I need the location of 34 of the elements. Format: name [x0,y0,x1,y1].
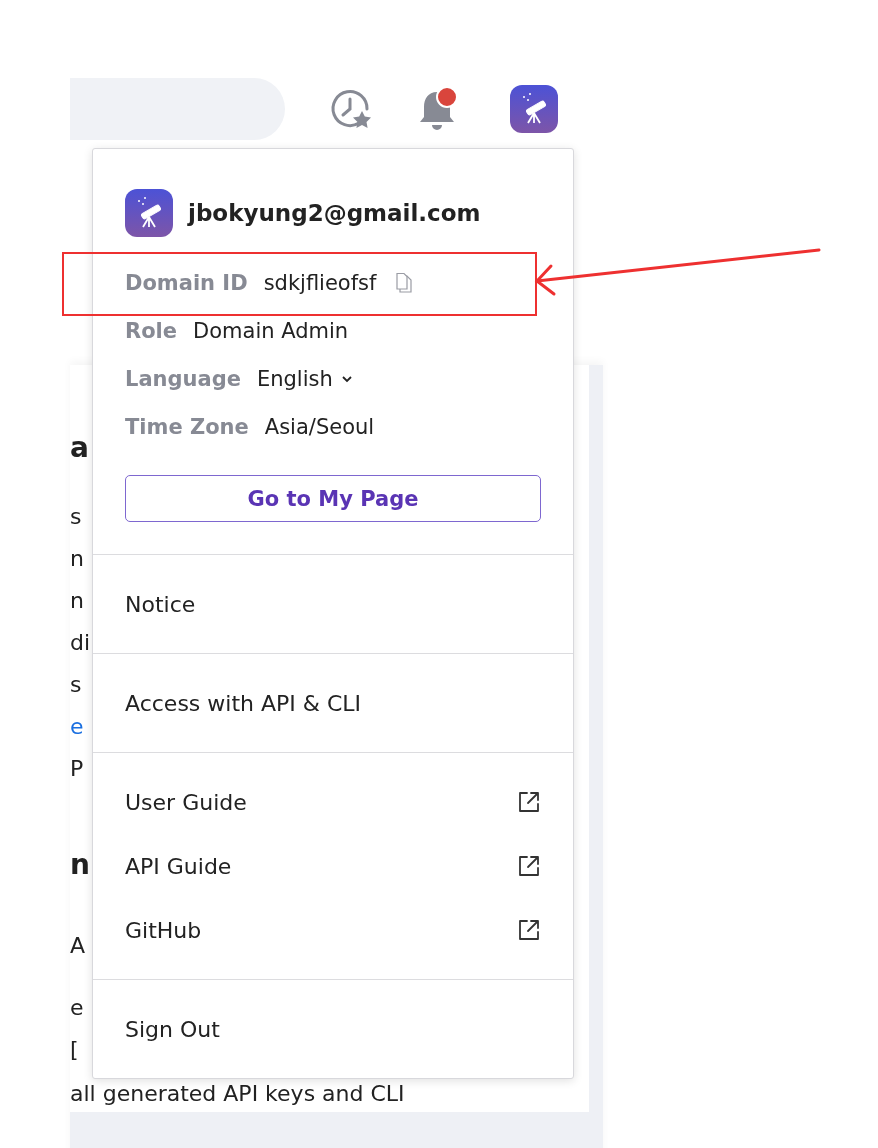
page-text: s [70,503,82,531]
detail-label: Role [125,319,178,343]
page-text: s [70,671,82,699]
recent-favorites-icon[interactable] [329,87,373,131]
detail-value: Asia/Seoul [264,415,375,439]
account-email: jbokyung2@gmail.com [188,200,481,226]
page-link[interactable]: e [70,706,84,748]
copy-icon[interactable] [394,272,415,294]
language-select[interactable]: English [256,367,353,391]
menu-item[interactable]: API Guide [93,834,573,898]
page-text: n [70,587,84,615]
detail-value: sdkjflieofsf [263,271,377,295]
detail-label: Time Zone [125,415,249,439]
page-heading: a [70,430,89,466]
page-text: n [70,545,84,573]
detail-value: Domain Admin [193,319,349,343]
page-text: [ [70,1036,79,1064]
telescope-avatar-icon[interactable] [510,85,558,133]
menu-item[interactable]: Sign Out [93,997,573,1061]
menu-item[interactable]: User Guide [93,770,573,834]
telescope-avatar-icon [125,189,173,237]
detail-label: Domain ID [125,271,248,295]
menu-item[interactable]: Notice [93,572,573,636]
page-text: A [70,932,86,960]
chevron-down-icon [340,375,353,383]
menu-item[interactable]: Access with API & CLI [93,671,573,735]
menu-item[interactable]: GitHub [93,898,573,962]
page-text: all generated API keys and CLI [70,1080,405,1108]
page-heading: n [70,847,90,883]
page-text: P [70,755,84,783]
go-to-my-page-button[interactable]: Go to My Page [125,475,541,522]
page-text: e [70,994,84,1022]
page-text: di [70,629,91,657]
detail-label: Language [125,367,241,391]
